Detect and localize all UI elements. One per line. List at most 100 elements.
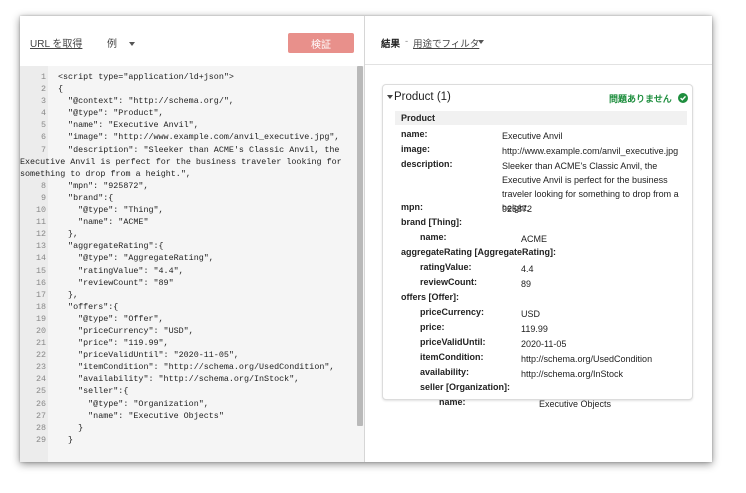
line-number: 11 — [35, 217, 46, 228]
product-result-card: Product (1) 問題ありません Product name: Executi… — [382, 84, 693, 409]
code-line: 4 "@type": "Product", — [20, 107, 356, 119]
property-row: ratingValue: 4.4 — [395, 260, 687, 275]
line-number: 9 — [40, 192, 46, 203]
code-text-segment: "description": "Sleeker than ACME's Clas… — [58, 144, 340, 155]
line-number: 6 — [40, 132, 46, 143]
property-row: brand [Thing]: — [395, 215, 687, 230]
code-line: 21 "price": "119.99", — [20, 337, 356, 349]
code-text: "@type": "Product", — [58, 108, 164, 119]
property-key: ratingValue: — [420, 262, 472, 272]
property-value: Executive Anvil — [502, 131, 563, 141]
property-row: itemCondition: http://schema.org/UsedCond… — [395, 350, 687, 365]
property-list: name: Executive Anvil image: http://www.exa… — [395, 127, 687, 410]
code-line: 19 "@type": "Offer", — [20, 313, 356, 325]
code-text: "ratingValue": "4.4", — [58, 265, 184, 276]
code-text: "name": "ACME" — [58, 217, 149, 228]
property-key: mpn: — [401, 202, 423, 212]
validate-button[interactable]: 検証 — [288, 33, 354, 53]
code-text: } — [58, 434, 74, 445]
code-text: { — [58, 84, 64, 95]
filter-by-usage-link[interactable]: 用途でフィルタ — [413, 36, 479, 50]
code-text: "priceCurrency": "USD", — [58, 325, 194, 336]
check-circle-icon — [678, 93, 688, 103]
property-key: priceValidUntil: — [420, 337, 486, 347]
code-line: 8 "mpn": "925872", — [20, 180, 356, 192]
line-number: 1 — [40, 72, 46, 82]
code-text: "name": "Executive Objects" — [58, 410, 224, 421]
code-text: "seller":{ — [58, 386, 129, 397]
property-key: availability: — [420, 367, 470, 377]
code-text: "@type": "Thing", — [58, 205, 164, 216]
status-text: 問題ありません — [609, 94, 672, 104]
line-number: 10 — [35, 205, 46, 216]
line-number: 28 — [35, 422, 46, 433]
property-row: aggregateRating [AggregateRating]: — [395, 245, 687, 260]
results-separator: - — [405, 36, 409, 47]
code-line: 22 "priceValidUntil": "2020-11-05", — [20, 349, 356, 361]
code-line: 20 "priceCurrency": "USD", — [20, 325, 356, 337]
code-text: "availability": "http://schema.org/InSto… — [58, 374, 300, 385]
results-label: 結果 — [381, 39, 401, 50]
code-line: 17 }, — [20, 289, 356, 301]
property-value: 4.4 — [521, 264, 534, 274]
editor-scrollbar[interactable] — [357, 66, 363, 426]
code-line: 24 "availability": "http://schema.org/In… — [20, 373, 356, 385]
code-text: "mpn": "925872", — [58, 180, 149, 191]
code-text: "priceValidUntil": "2020-11-05", — [58, 350, 239, 361]
code-line: 12 }, — [20, 228, 356, 240]
example-dropdown[interactable]: 例 — [107, 35, 135, 50]
chevron-down-icon[interactable] — [478, 40, 484, 44]
code-line: 27 "name": "Executive Objects" — [20, 410, 356, 422]
code-line: 23 "itemCondition": "http://schema.org/U… — [20, 361, 356, 373]
structured-data-testing-tool: URL を取得 例 検証 1 <script type="application/… — [20, 16, 712, 462]
triangle-down-icon[interactable] — [387, 95, 393, 99]
line-number: 22 — [35, 350, 46, 361]
code-text: "@type": "AggregateRating", — [58, 253, 214, 264]
property-row: seller [Organization]: — [395, 380, 687, 395]
property-key: brand [Thing]: — [401, 217, 462, 227]
property-value: http://schema.org/UsedCondition — [521, 354, 653, 364]
property-key: name: — [439, 397, 466, 407]
code-text: "offers":{ — [58, 301, 119, 312]
property-row: description: Sleeker than ACME's Classic … — [395, 157, 687, 213]
property-row: name: Executive Anvil — [395, 127, 687, 142]
property-row: name: ACME — [395, 230, 687, 245]
results-toolbar: 結果 - 用途でフィルタ — [365, 16, 712, 65]
line-number: 27 — [35, 410, 46, 421]
property-row: priceValidUntil: 2020-11-05 — [395, 335, 687, 350]
line-number: 17 — [35, 289, 46, 300]
code-text-segment: Executive Anvil is perfect for the busin… — [20, 156, 342, 167]
code-line: 2{ — [20, 83, 356, 95]
line-number: 13 — [35, 241, 46, 252]
code-text: "image": "http://www.example.com/anvil_e… — [58, 132, 340, 143]
line-number: 3 — [40, 96, 46, 107]
code-text: "brand":{ — [58, 192, 114, 203]
property-value: USD — [521, 309, 541, 319]
property-row: availability: http://schema.org/InStock — [395, 365, 687, 380]
result-item-title[interactable]: Product (1) — [394, 91, 451, 103]
property-value: 119.99 — [521, 324, 548, 334]
property-row: price: 119.99 — [395, 320, 687, 335]
property-key: priceCurrency: — [420, 307, 485, 317]
property-key: price: — [420, 322, 445, 332]
code-editor[interactable]: 1 <script type="application/ld+json"> 2{3 … — [20, 66, 364, 462]
result-card-header[interactable]: Product (1) 問題ありません — [383, 85, 692, 111]
property-value: http://www.example.com/anvil_executive.j… — [502, 146, 679, 156]
code-text: <script type="application/ld+json"> — [58, 72, 234, 82]
code-line: 9 "brand":{ — [20, 192, 356, 204]
code-line: 13 "aggregateRating":{ — [20, 240, 356, 252]
code-text: "name": "Executive Anvil", — [58, 120, 199, 131]
fetch-url-link[interactable]: URL を取得 — [30, 35, 82, 50]
property-row: offers [Offer]: — [395, 290, 687, 305]
line-number: 5 — [40, 120, 46, 131]
property-key: aggregateRating [AggregateRating]: — [401, 247, 557, 257]
line-number: 19 — [35, 313, 46, 324]
code-text: "aggregateRating":{ — [58, 241, 164, 252]
property-key: image: — [401, 144, 431, 154]
code-text: "@context": "http://schema.org/", — [58, 96, 234, 107]
code-lines: 1 <script type="application/ld+json"> 2{3 … — [20, 71, 356, 446]
property-row: priceCurrency: USD — [395, 305, 687, 320]
property-row: image: http://www.example.com/anvil_execu… — [395, 142, 687, 157]
property-key: offers [Offer]: — [401, 292, 459, 302]
line-number: 24 — [35, 374, 46, 385]
